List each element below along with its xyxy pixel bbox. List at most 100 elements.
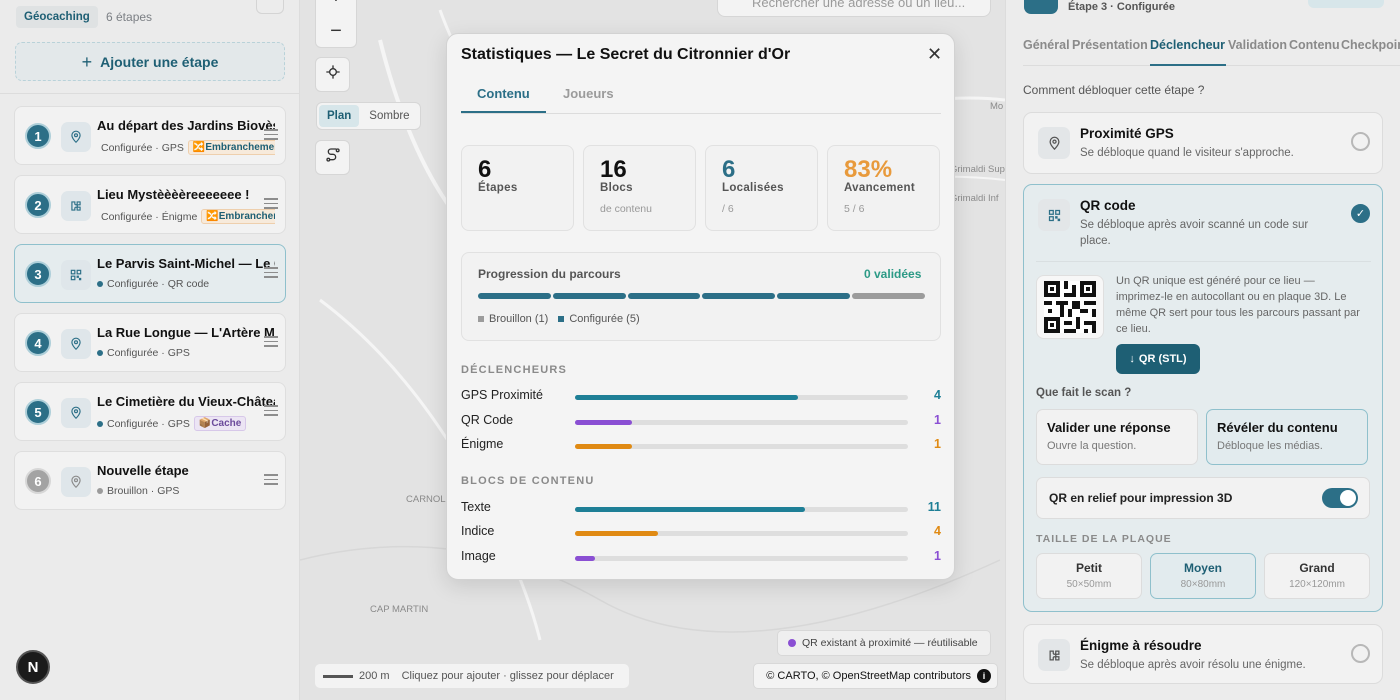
progress-segments — [478, 293, 925, 299]
relief-toggle[interactable] — [1322, 488, 1358, 508]
map-hint: Cliquez pour ajouter · glissez pour dépl… — [401, 670, 614, 682]
tab-trigger[interactable]: Déclencheur — [1150, 38, 1225, 52]
size-desc: 80×80mm — [1180, 579, 1226, 590]
stat-label: Avancement — [844, 182, 915, 194]
tab-content[interactable]: Contenu — [1289, 38, 1340, 52]
step-item[interactable]: 5 Le Cimetière du Vieux-Château Configur… — [14, 382, 286, 441]
download-qr-stl-button[interactable]: ↓ QR (STL) — [1116, 344, 1200, 374]
stat-card-steps: 6 Étapes — [461, 145, 574, 231]
cache-badge: 📦Cache — [193, 416, 247, 431]
qr-dot-icon — [788, 639, 796, 647]
size-option-medium[interactable]: Moyen 80×80mm — [1150, 553, 1256, 599]
progress-legend: Brouillon (1) Configurée (5) — [478, 313, 640, 325]
segment-configured — [478, 293, 551, 299]
trigger-row: Énigme 1 — [461, 437, 941, 455]
settings-button[interactable] — [256, 0, 284, 14]
step-status: Brouillon · GPS — [107, 485, 180, 497]
drag-handle-icon[interactable] — [264, 336, 278, 350]
step-title: Le Cimetière du Vieux-Château — [97, 394, 275, 409]
legend-draft: Brouillon (1) — [478, 313, 548, 325]
blocks-heading: BLOCS DE CONTENU — [461, 475, 595, 487]
row-label: Texte — [461, 500, 491, 514]
trigger-option-enigme[interactable]: Énigme à résoudre Se débloque après avoi… — [1023, 624, 1383, 684]
locate-button[interactable] — [315, 57, 350, 92]
map-style-dark[interactable]: Sombre — [361, 105, 417, 127]
map-style-switcher[interactable]: Plan Sombre — [316, 102, 421, 130]
size-option-small[interactable]: Petit 50×50mm — [1036, 553, 1142, 599]
scan-question: Que fait le scan ? — [1036, 387, 1132, 399]
row-count: 4 — [934, 524, 941, 538]
tab-checkpoint[interactable]: Checkpoint — [1341, 38, 1400, 52]
tab-presentation[interactable]: Présentation — [1072, 38, 1148, 52]
step-item[interactable]: 1 Au départ des Jardins Biovès Configuré… — [14, 106, 286, 165]
trigger-option-qr[interactable]: QR code Se débloque après avoir scanné u… — [1023, 184, 1383, 612]
route-icon — [325, 147, 341, 168]
drag-handle-icon[interactable] — [264, 129, 278, 143]
user-avatar-button[interactable]: N — [16, 650, 50, 684]
step-title: La Rue Longue — L'Artère Médiévale — [97, 325, 275, 340]
pin-icon — [61, 467, 91, 497]
qr-icon — [61, 260, 91, 290]
zoom-out-button[interactable]: − — [330, 14, 342, 48]
step-status: Configurée · GPS — [101, 141, 184, 154]
row-count: 11 — [927, 500, 941, 514]
zoom-in-button[interactable]: + — [330, 0, 342, 14]
route-tool-button[interactable] — [315, 140, 350, 175]
crosshair-icon — [325, 64, 341, 85]
step-title: Lieu Mystèèèèreeeeeee ! — [97, 187, 250, 202]
divider — [0, 93, 300, 94]
step-item[interactable]: 3 Le Parvis Saint-Michel — Le Cœur Confi… — [14, 244, 286, 303]
option-title: Proximité GPS — [1080, 126, 1174, 141]
step-info: Étape 3 · Configurée — [1068, 1, 1175, 13]
close-icon[interactable]: ✕ — [927, 44, 942, 65]
step-item[interactable]: 6 Nouvelle étape Brouillon · GPS — [14, 451, 286, 510]
block-row: Texte 11 — [461, 500, 941, 518]
trigger-row: GPS Proximité 4 — [461, 388, 941, 406]
segment-configured — [627, 293, 701, 299]
route-progress: Progression du parcours 0 validées Broui… — [461, 252, 941, 341]
row-label: GPS Proximité — [461, 388, 543, 402]
tab-general[interactable]: Général — [1023, 38, 1070, 52]
segment-draft — [852, 293, 925, 299]
drag-handle-icon[interactable] — [264, 405, 278, 419]
add-step-button[interactable]: + Ajouter une étape — [15, 42, 285, 81]
attribution-text[interactable]: © CARTO, © OpenStreetMap contributors — [766, 670, 971, 682]
drag-handle-icon[interactable] — [264, 267, 278, 281]
scan-option-desc: Ouvre la question. — [1047, 440, 1137, 452]
scan-option-title: Révéler du contenu — [1217, 420, 1338, 435]
step-item[interactable]: 2 Lieu Mystèèèèreeeeeee ! Configurée · É… — [14, 175, 286, 234]
size-option-large[interactable]: Grand 120×120mm — [1264, 553, 1370, 599]
tab-players[interactable]: Joueurs — [563, 86, 614, 101]
address-search-input[interactable]: Rechercher une adresse ou un lieu... — [717, 0, 991, 17]
drag-handle-icon[interactable] — [264, 474, 278, 488]
drag-handle-icon[interactable] — [264, 198, 278, 212]
stat-sub: de contenu — [600, 203, 652, 215]
scan-option-reveal[interactable]: Révéler du contenu Débloque les médias. — [1206, 409, 1368, 465]
step-editor-panel: Étape 3 · Configurée Général Présentatio… — [1005, 0, 1400, 700]
zoom-control[interactable]: + − — [315, 0, 357, 48]
step-meta: Configurée · GPS 🔀Embranchement — [97, 140, 275, 155]
gps-radio[interactable] — [1351, 132, 1370, 151]
map-style-plan[interactable]: Plan — [319, 105, 360, 127]
row-count: 4 — [934, 388, 941, 402]
trigger-option-gps[interactable]: Proximité GPS Se débloque quand le visit… — [1023, 112, 1383, 174]
qr-radio-checked[interactable]: ✓ — [1351, 204, 1370, 223]
enigme-radio[interactable] — [1351, 644, 1370, 663]
info-icon[interactable]: i — [977, 669, 991, 683]
size-desc: 120×120mm — [1289, 579, 1345, 590]
map-label: Grimaldi Sup — [950, 164, 1005, 175]
qr-code-image — [1036, 275, 1104, 339]
row-bar — [575, 556, 595, 561]
tab-content[interactable]: Contenu — [477, 86, 530, 101]
triggers-heading: DÉCLENCHEURS — [461, 364, 568, 376]
tab-validation[interactable]: Validation — [1228, 38, 1287, 52]
step-number: 3 — [25, 261, 51, 287]
download-label: QR (STL) — [1138, 353, 1187, 365]
scan-option-validate[interactable]: Valider une réponse Ouvre la question. — [1036, 409, 1198, 465]
step-item[interactable]: 4 La Rue Longue — L'Artère Médiévale Con… — [14, 313, 286, 372]
row-bar — [575, 507, 805, 512]
stat-card-localized: 6 Localisées / 6 — [705, 145, 818, 231]
branch-badge: 🔀Embranchement — [187, 140, 275, 155]
status-dot — [97, 350, 103, 356]
scale-bar — [323, 674, 353, 678]
